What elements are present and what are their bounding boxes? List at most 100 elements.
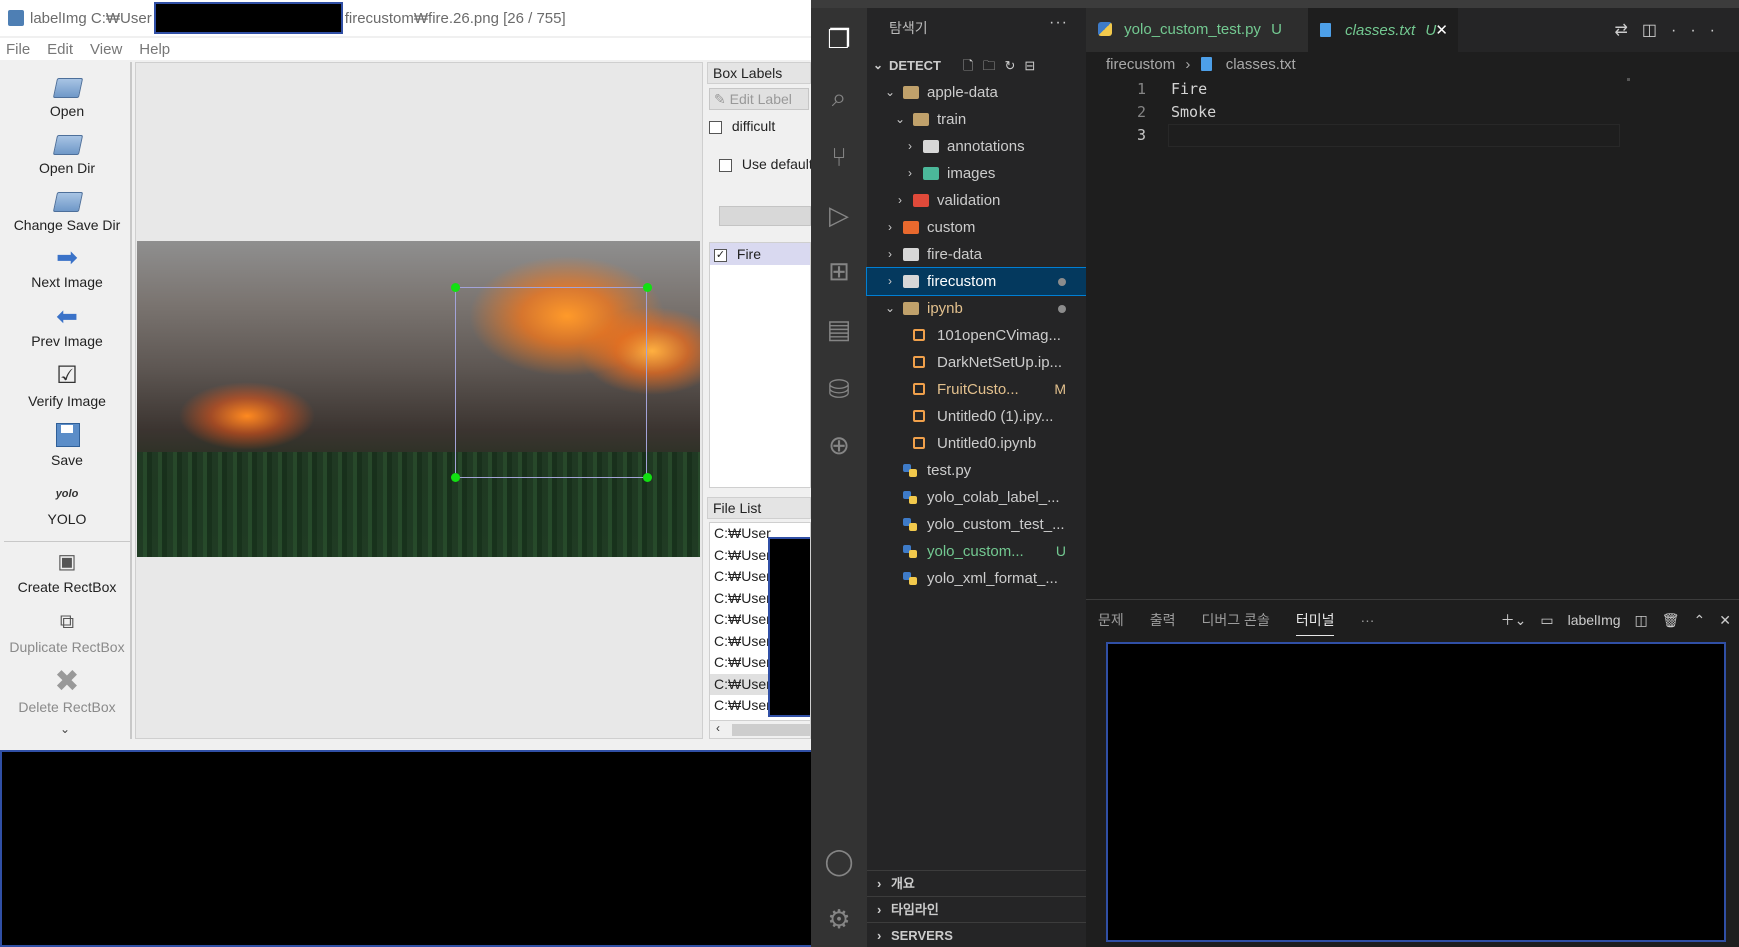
yolo-format-button[interactable]: yolo YOLO xyxy=(2,480,132,527)
save-button[interactable]: Save xyxy=(2,421,132,468)
use-default-label-checkbox[interactable] xyxy=(719,158,732,172)
use-default-label-row[interactable]: Use default label xyxy=(719,156,811,172)
menu-view[interactable]: View xyxy=(90,41,122,58)
terminal-redacted[interactable] xyxy=(1106,642,1726,942)
bbox-handle-bottom-left[interactable] xyxy=(451,473,460,482)
bbox-handle-top-right[interactable] xyxy=(643,283,652,292)
database-icon[interactable]: ⛁ xyxy=(811,372,867,406)
explorer-more-icon[interactable]: ··· xyxy=(1049,14,1068,32)
tree-item-python[interactable]: yolo_custom_test_... xyxy=(867,511,1086,538)
menu-help[interactable]: Help xyxy=(139,41,170,58)
code-editor[interactable]: 1 Fire 2 Smoke 3 xyxy=(1086,78,1739,147)
tool-label: Change Save Dir xyxy=(13,217,121,233)
tree-item-python[interactable]: test.py xyxy=(867,457,1086,484)
line-text[interactable]: Fire xyxy=(1171,78,1207,101)
explorer-actions[interactable]: 🗋🗀↻⊟ xyxy=(963,52,1044,79)
label-item-fire[interactable]: ✓ Fire xyxy=(710,243,810,265)
more-actions-icon[interactable]: ··· xyxy=(1671,22,1729,39)
tree-item-python-untracked[interactable]: yolo_custom... U xyxy=(867,538,1086,565)
tree-item-notebook[interactable]: Untitled0.ipynb xyxy=(867,430,1086,457)
bounding-box-fire[interactable] xyxy=(455,287,647,478)
run-debug-icon[interactable]: ▷ xyxy=(811,198,867,232)
split-terminal-icon[interactable]: ◫ xyxy=(1635,600,1648,640)
close-tab-icon[interactable]: ✕ xyxy=(1435,9,1448,53)
change-save-dir-button[interactable]: Change Save Dir xyxy=(2,186,132,233)
compare-changes-icon[interactable]: ⇄ xyxy=(1614,22,1641,39)
servers-section[interactable]: › SERVERS xyxy=(867,922,1086,947)
breadcrumb-folder[interactable]: firecustom xyxy=(1106,56,1175,73)
redacted-bottom-window xyxy=(0,750,813,947)
source-control-icon[interactable]: ⑂ xyxy=(811,140,867,174)
trash-icon[interactable]: 🗑 xyxy=(1662,600,1680,640)
code-line[interactable]: 2 Smoke xyxy=(1086,101,1739,124)
delete-rectbox-button[interactable]: ✖ Delete RectBox xyxy=(2,667,132,716)
outline-section[interactable]: › 개요 xyxy=(867,870,1086,896)
tab-output[interactable]: 출력 xyxy=(1150,600,1176,640)
edit-label-button[interactable]: ✎ Edit Label xyxy=(709,88,809,110)
timeline-section[interactable]: › 타임라인 xyxy=(867,896,1086,922)
scroll-thumb[interactable] xyxy=(732,724,810,736)
tree-item-images[interactable]: › images xyxy=(867,160,1086,187)
search-icon[interactable]: ⌕ xyxy=(811,80,867,114)
open-dir-button[interactable]: Open Dir xyxy=(2,129,132,176)
remote-explorer-icon[interactable]: ⊕ xyxy=(811,428,867,462)
workspace-root[interactable]: ⌄ DETECT 🗋🗀↻⊟ xyxy=(867,52,1086,79)
default-label-input[interactable] xyxy=(719,206,811,226)
tree-label: Untitled0.ipynb xyxy=(937,435,1037,452)
tree-item-apple-data[interactable]: ⌄ apple-data xyxy=(867,79,1086,106)
bbox-handle-top-left[interactable] xyxy=(451,283,460,292)
tab-problems[interactable]: 문제 xyxy=(1098,600,1124,640)
split-editor-icon[interactable]: ◫ xyxy=(1642,22,1671,39)
tree-item-validation[interactable]: › validation xyxy=(867,187,1086,214)
difficult-checkbox-row[interactable]: difficult xyxy=(709,118,811,134)
tree-item-python[interactable]: yolo_colab_label_... xyxy=(867,484,1086,511)
scroll-left-icon[interactable]: ‹ xyxy=(716,721,720,735)
menu-edit[interactable]: Edit xyxy=(47,41,73,58)
bbox-handle-bottom-right[interactable] xyxy=(643,473,652,482)
tree-item-notebook[interactable]: Untitled0 (1).ipy... xyxy=(867,403,1086,430)
code-line-current[interactable]: 3 xyxy=(1086,124,1739,147)
verify-image-button[interactable]: ☑ Verify Image xyxy=(2,362,132,409)
explorer-icon[interactable]: ❐ xyxy=(811,22,867,56)
tree-item-python[interactable]: yolo_xml_format_... xyxy=(867,565,1086,592)
tree-item-fire-data[interactable]: › fire-data xyxy=(867,241,1086,268)
tab-terminal[interactable]: 터미널 xyxy=(1295,600,1334,640)
notebook-view-icon[interactable]: ▤ xyxy=(811,312,867,346)
maximize-panel-icon[interactable]: ⌃ xyxy=(1694,600,1706,640)
tab-yolo-custom-test[interactable]: yolo_custom_test.py U xyxy=(1086,8,1308,52)
next-image-button[interactable]: ➡ Next Image xyxy=(2,243,132,290)
create-rectbox-button[interactable]: ▣ Create RectBox xyxy=(2,548,132,595)
toolbar-more-chevron-icon[interactable]: ⌄ xyxy=(60,722,70,736)
extensions-icon[interactable]: ⊞ xyxy=(811,254,867,288)
tree-item-notebook-modified[interactable]: FruitCusto... M xyxy=(867,376,1086,403)
label-visible-checkbox[interactable]: ✓ xyxy=(714,248,727,262)
menu-file[interactable]: File xyxy=(6,41,30,58)
panel-more-icon[interactable]: ··· xyxy=(1360,600,1374,640)
difficult-checkbox[interactable] xyxy=(709,120,722,134)
tree-item-custom[interactable]: › custom xyxy=(867,214,1086,241)
terminal-name[interactable]: labelImg xyxy=(1568,600,1621,640)
tree-item-annotations[interactable]: › annotations xyxy=(867,133,1086,160)
tab-classes-txt[interactable]: classes.txt U ✕ xyxy=(1308,8,1458,52)
editor-actions[interactable]: ⇄◫··· xyxy=(1614,20,1729,40)
tree-item-notebook[interactable]: DarkNetSetUp.ip... xyxy=(867,349,1086,376)
chevron-right-icon: › xyxy=(908,166,912,180)
file-list-hscrollbar[interactable]: ‹ xyxy=(710,720,810,738)
tree-item-notebook[interactable]: 101openCVimag... xyxy=(867,322,1086,349)
breadcrumb-file[interactable]: classes.txt xyxy=(1226,56,1296,73)
tree-item-firecustom[interactable]: › firecustom xyxy=(866,267,1087,296)
new-terminal-icon[interactable]: ＋⌄ xyxy=(1501,600,1527,640)
settings-gear-icon[interactable]: ⚙ xyxy=(811,902,867,936)
close-panel-icon[interactable]: ✕ xyxy=(1719,600,1731,640)
tree-item-train[interactable]: ⌄ train xyxy=(867,106,1086,133)
open-button[interactable]: Open xyxy=(2,72,132,119)
duplicate-rectbox-button[interactable]: ⧉ Duplicate RectBox xyxy=(2,608,132,655)
tab-debug-console[interactable]: 디버그 콘솔 xyxy=(1202,600,1270,640)
line-text[interactable]: Smoke xyxy=(1171,101,1216,124)
prev-image-button[interactable]: ⬅ Prev Image xyxy=(2,302,132,349)
account-icon[interactable]: ◯ xyxy=(811,844,867,878)
tree-item-ipynb[interactable]: ⌄ ipynb xyxy=(867,295,1086,322)
box-labels-header: Box Labels xyxy=(707,62,811,84)
minimap[interactable] xyxy=(1627,78,1630,81)
code-line[interactable]: 1 Fire xyxy=(1086,78,1739,101)
